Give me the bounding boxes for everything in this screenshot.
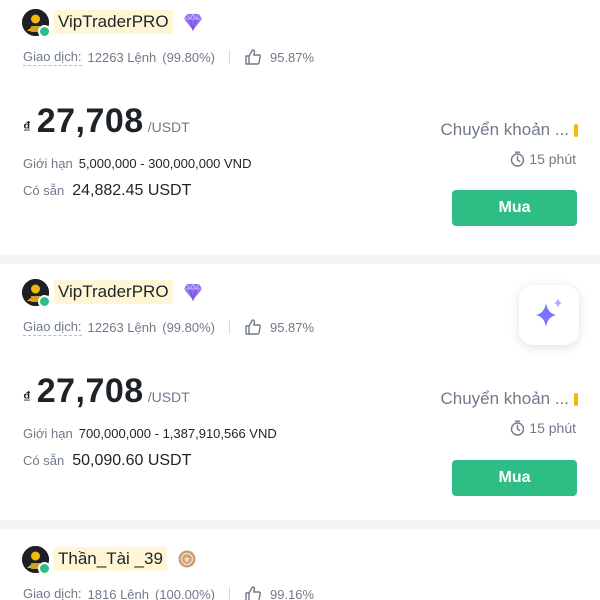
thumbs-up-icon — [244, 585, 262, 600]
trader-stats: Giao dịch: 1816 Lệnh (100.00%) 99.16% — [23, 585, 314, 600]
offer-card[interactable]: Thần_Tài _39 Giao dịch: 1816 Lệnh (100.0… — [0, 0, 600, 600]
p2p-offer-list: VipTraderPRO Giao dịch: 12263 Lệnh (99.8… — [0, 0, 600, 600]
avatar[interactable] — [22, 545, 51, 575]
trades-label[interactable]: Giao dịch: — [23, 586, 82, 600]
trades-count: 1816 Lệnh — [87, 586, 149, 600]
stats-divider — [228, 587, 230, 600]
positive-rate: 99.16% — [269, 586, 315, 600]
bronze-medal-icon — [177, 549, 197, 569]
trader-header[interactable]: Thần_Tài _39 — [22, 545, 197, 575]
ai-assistant-button[interactable] — [519, 285, 579, 345]
completion-rate: (100.00%) — [155, 586, 215, 600]
sparkle-icon — [531, 295, 567, 336]
trader-name[interactable]: Thần_Tài _39 — [54, 547, 167, 571]
online-status-dot — [38, 561, 51, 575]
